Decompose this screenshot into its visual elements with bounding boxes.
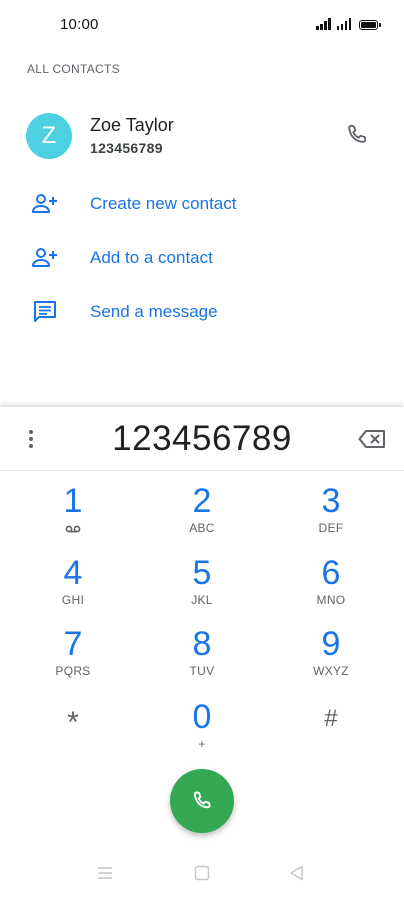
key-3[interactable]: 3 DEF bbox=[266, 481, 396, 551]
voicemail-icon bbox=[65, 525, 81, 533]
key-5[interactable]: 5 JKL bbox=[137, 553, 267, 623]
contact-number: 123456789 bbox=[90, 140, 163, 156]
key-letters: TUV bbox=[189, 664, 215, 678]
backspace-button[interactable] bbox=[358, 429, 386, 449]
key-digit: 2 bbox=[192, 482, 212, 520]
avatar: Z bbox=[26, 113, 72, 159]
key-digit: 0 bbox=[192, 698, 212, 736]
phone-icon bbox=[193, 791, 211, 809]
backspace-icon bbox=[358, 430, 385, 448]
key-letters: GHI bbox=[61, 593, 85, 607]
key-letters: DEF bbox=[318, 521, 344, 535]
add-to-contact-row[interactable]: Add to a contact bbox=[0, 235, 404, 281]
key-symbol: # bbox=[324, 705, 338, 732]
key-digit: 6 bbox=[321, 554, 341, 592]
contact-name: Zoe Taylor bbox=[90, 115, 174, 135]
status-bar: 10:00 bbox=[0, 0, 404, 50]
send-message-label: Send a message bbox=[90, 302, 218, 321]
key-digit: 4 bbox=[63, 554, 83, 592]
key-9[interactable]: 9 WXYZ bbox=[266, 624, 396, 694]
key-symbol: * bbox=[67, 706, 79, 739]
menu-icon[interactable] bbox=[96, 864, 114, 882]
dialed-digits[interactable]: 123456789 bbox=[0, 419, 404, 459]
key-6[interactable]: 6 MNO bbox=[266, 553, 396, 623]
add-person-icon bbox=[32, 248, 57, 267]
add-to-contact-label: Add to a contact bbox=[90, 248, 213, 267]
home-icon[interactable] bbox=[193, 864, 211, 882]
key-letters: MNO bbox=[316, 593, 346, 607]
key-8[interactable]: 8 TUV bbox=[137, 624, 267, 694]
dialed-number-bar: 123456789 bbox=[0, 407, 404, 471]
back-icon[interactable] bbox=[288, 864, 306, 882]
key-digit: 9 bbox=[321, 625, 341, 663]
key-letters: + bbox=[198, 737, 206, 751]
key-letters: ABC bbox=[189, 521, 215, 535]
key-digit: 1 bbox=[63, 482, 83, 520]
battery-icon bbox=[359, 20, 381, 30]
create-new-contact-row[interactable]: Create new contact bbox=[0, 181, 404, 227]
key-letters: WXYZ bbox=[313, 664, 349, 678]
system-nav-bar bbox=[0, 848, 404, 897]
create-new-contact-label: Create new contact bbox=[90, 194, 237, 213]
status-time: 10:00 bbox=[60, 16, 99, 33]
key-0[interactable]: 0 + bbox=[137, 697, 267, 767]
section-header-all-contacts: ALL CONTACTS bbox=[27, 62, 120, 76]
call-contact-button[interactable] bbox=[344, 122, 370, 148]
phone-icon bbox=[348, 124, 367, 143]
send-message-row[interactable]: Send a message bbox=[0, 289, 404, 335]
signal-icon bbox=[336, 18, 351, 30]
status-icons bbox=[316, 18, 381, 30]
key-1[interactable]: 1 bbox=[8, 481, 138, 551]
key-digit: 7 bbox=[63, 625, 83, 663]
key-7[interactable]: 7 PQRS bbox=[8, 624, 138, 694]
key-digit: 8 bbox=[192, 625, 212, 663]
key-digit: 5 bbox=[192, 554, 212, 592]
key-letters: PQRS bbox=[55, 664, 91, 678]
key-2[interactable]: 2 ABC bbox=[137, 481, 267, 551]
add-person-icon bbox=[32, 194, 57, 213]
key-star[interactable]: * bbox=[8, 703, 138, 773]
key-hash[interactable]: # bbox=[266, 699, 396, 769]
message-icon bbox=[34, 301, 56, 322]
key-letters: JKL bbox=[191, 593, 213, 607]
key-4[interactable]: 4 GHI bbox=[8, 553, 138, 623]
call-button[interactable] bbox=[170, 769, 234, 833]
contact-result-row[interactable]: Z Zoe Taylor 123456789 bbox=[0, 108, 404, 168]
signal-icon bbox=[316, 18, 331, 30]
key-digit: 3 bbox=[321, 482, 341, 520]
dialpad: 123456789 1 2 ABC 3 DEF 4 GHI 5 JKL 6 MN… bbox=[0, 407, 404, 897]
